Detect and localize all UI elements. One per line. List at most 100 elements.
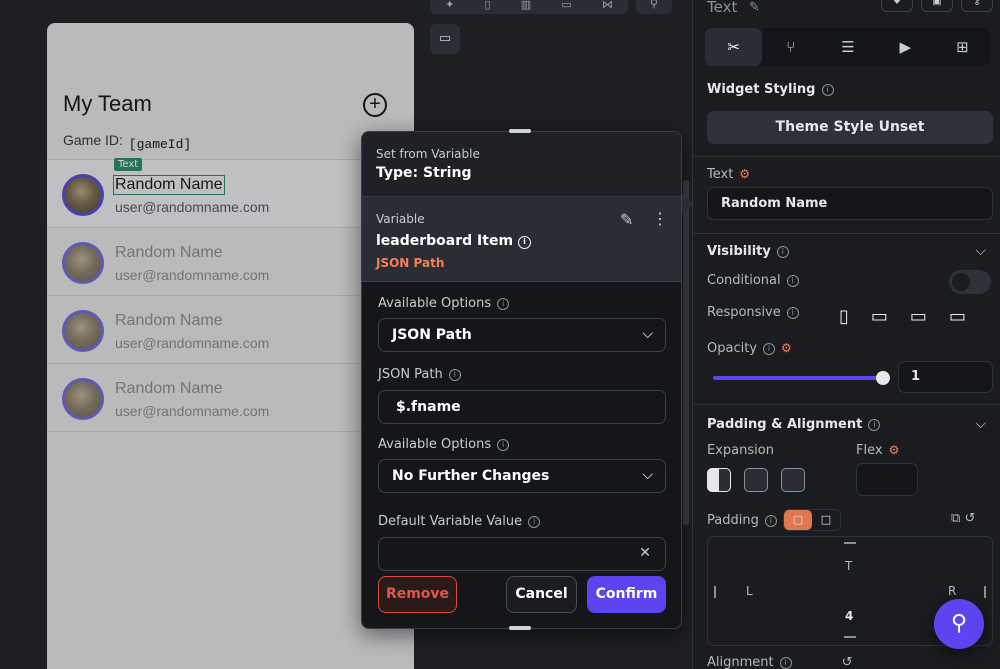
label-text: Conditional [707, 273, 781, 288]
expansion-flexible-icon[interactable] [744, 468, 768, 492]
tab-documentation[interactable]: ⊞ [934, 28, 991, 66]
toggle-view-icon[interactable]: ▭ [430, 24, 460, 54]
padding-actions: ⧉ ↺ [951, 511, 975, 526]
info-icon[interactable]: i [764, 515, 777, 527]
confirm-button[interactable]: Confirm [587, 576, 666, 613]
search-help-icon[interactable]: ⚲ [934, 599, 984, 649]
game-id-label: Game ID: [63, 132, 123, 148]
variable-icon[interactable]: ⚙ [889, 443, 900, 457]
info-icon[interactable]: i [821, 84, 834, 96]
info-icon[interactable]: i [497, 298, 510, 310]
user-name: Random Name [115, 244, 223, 261]
input-value: $.fname [396, 399, 461, 415]
info-icon[interactable]: i [518, 236, 532, 249]
reset-icon[interactable]: ↺ [842, 655, 853, 669]
tablet-icon[interactable]: ▭ [871, 306, 888, 327]
desktop-icon[interactable]: ▭ [949, 306, 966, 327]
variable-icon[interactable]: ⚙ [781, 341, 792, 355]
resize-handle[interactable] [509, 626, 531, 630]
chevron-down-icon[interactable]: ⌵ [975, 243, 986, 259]
expansion-default-icon[interactable] [707, 468, 731, 492]
padding-bottom-handle[interactable] [844, 636, 856, 638]
padding-top-handle[interactable] [844, 542, 856, 544]
info-icon[interactable]: i [786, 307, 799, 319]
flex-input[interactable] [856, 463, 918, 496]
chevron-down-icon[interactable]: ⌵ [975, 416, 986, 432]
tablet-landscape-icon[interactable]: ▭ [910, 306, 927, 327]
opacity-input[interactable]: 1 [898, 361, 993, 393]
tab-properties[interactable]: ✂ [705, 28, 763, 66]
expansion-expanded-icon[interactable] [781, 468, 805, 492]
chart-icon[interactable]: ▥ [521, 0, 531, 11]
variable-icon[interactable]: ⚙ [739, 167, 750, 181]
more-vertical-icon[interactable]: ⋮ [652, 209, 668, 228]
text-value-field[interactable]: Random Name [707, 187, 993, 220]
theme-style-button[interactable]: Theme Style Unset [707, 111, 993, 144]
responsive-devices: ▯ ▭ ▭ ▭ [839, 306, 966, 327]
padding-right-handle[interactable] [984, 586, 986, 598]
key-icon[interactable]: ⚷ [961, 0, 993, 12]
padding-uniform-icon[interactable]: □ [812, 510, 840, 530]
info-icon[interactable]: i [868, 419, 881, 431]
phone-icon[interactable]: ▯ [484, 0, 490, 11]
info-icon[interactable]: i [448, 369, 461, 381]
default-value-input[interactable]: ✕ [378, 537, 666, 571]
available-options-label: Available Options i [378, 437, 510, 452]
expansion-options [707, 468, 805, 492]
available-options-dropdown[interactable]: JSON Path ⌵ [378, 318, 666, 352]
list-item[interactable]: Random Name user@randomname.com [47, 363, 414, 432]
info-icon[interactable]: i [779, 657, 792, 669]
cancel-button[interactable]: Cancel [506, 576, 577, 613]
list-item[interactable]: Random Name user@randomname.com [47, 227, 414, 295]
copy-icon[interactable]: ⧉ [951, 511, 960, 526]
remove-button[interactable]: Remove [378, 576, 457, 613]
variable-card[interactable]: Variable leaderboard Item i JSON Path ✎ ⋮ [362, 196, 681, 282]
opacity-slider-knob[interactable] [876, 371, 890, 385]
label-text: Responsive [707, 305, 781, 320]
component-icon[interactable]: ▣ [921, 0, 953, 12]
info-icon[interactable]: i [528, 516, 541, 528]
variable-name: leaderboard Item i [376, 233, 532, 250]
code-icon[interactable]: ⋈ [602, 0, 613, 11]
add-circle-icon[interactable]: + [363, 93, 387, 117]
further-changes-dropdown[interactable]: No Further Changes ⌵ [378, 459, 666, 493]
padding-all-icon[interactable]: ▢ [784, 510, 812, 530]
info-icon[interactable]: i [776, 246, 789, 258]
variable-source: JSON Path [376, 256, 445, 270]
panel-tabs: ✂ ⑂ ☰ ▶ ⊞ [705, 28, 991, 66]
set-from-variable-dialog: Set from Variable Type: String Variable … [361, 131, 682, 629]
info-icon[interactable]: i [786, 275, 799, 287]
clear-icon[interactable]: ✕ [639, 545, 651, 561]
tab-backend-query[interactable]: ☰ [819, 28, 876, 66]
user-email: user@randomname.com [115, 335, 270, 351]
edit-icon[interactable]: ✎ [620, 210, 633, 229]
padding-left-handle[interactable] [714, 586, 716, 598]
dialog-type: Type: String [376, 165, 472, 181]
tab-animations[interactable]: ▶ [877, 28, 934, 66]
resize-handle[interactable] [509, 129, 531, 133]
tree-icon[interactable]: ⚲ [636, 0, 672, 14]
canvas-toolbar[interactable]: ✦ ▯ ▥ ▭ ⋈ [430, 0, 628, 14]
padding-bottom-value[interactable]: 4 [845, 609, 853, 623]
padding-mode-toggle[interactable]: ▢ □ [783, 509, 841, 531]
opacity-slider-track[interactable] [713, 376, 883, 380]
reset-icon[interactable]: ↺ [964, 511, 975, 526]
conditional-toggle[interactable] [949, 270, 991, 294]
user-email: user@randomname.com [115, 199, 270, 215]
info-icon[interactable]: i [497, 439, 510, 451]
list-item[interactable]: Random Name user@randomname.com [47, 295, 414, 363]
user-name[interactable]: Random Name [113, 175, 225, 195]
favorite-icon[interactable]: ♥ [881, 0, 913, 12]
tab-actions[interactable]: ⑂ [762, 28, 819, 66]
label-text: Available Options [378, 437, 492, 452]
tablet-icon[interactable]: ▭ [561, 0, 571, 11]
canvas-scrollbar[interactable] [683, 180, 689, 525]
padding-left-label: L [746, 584, 753, 598]
edit-icon[interactable]: ✎ [749, 0, 760, 15]
sparkle-icon[interactable]: ✦ [445, 0, 454, 11]
phone-icon[interactable]: ▯ [839, 306, 849, 327]
json-path-input[interactable]: $.fname [378, 390, 666, 424]
dialog-title: Set from Variable [376, 147, 480, 161]
info-icon[interactable]: i [763, 343, 776, 355]
list-item[interactable]: Text Random Name user@randomname.com [47, 158, 414, 227]
